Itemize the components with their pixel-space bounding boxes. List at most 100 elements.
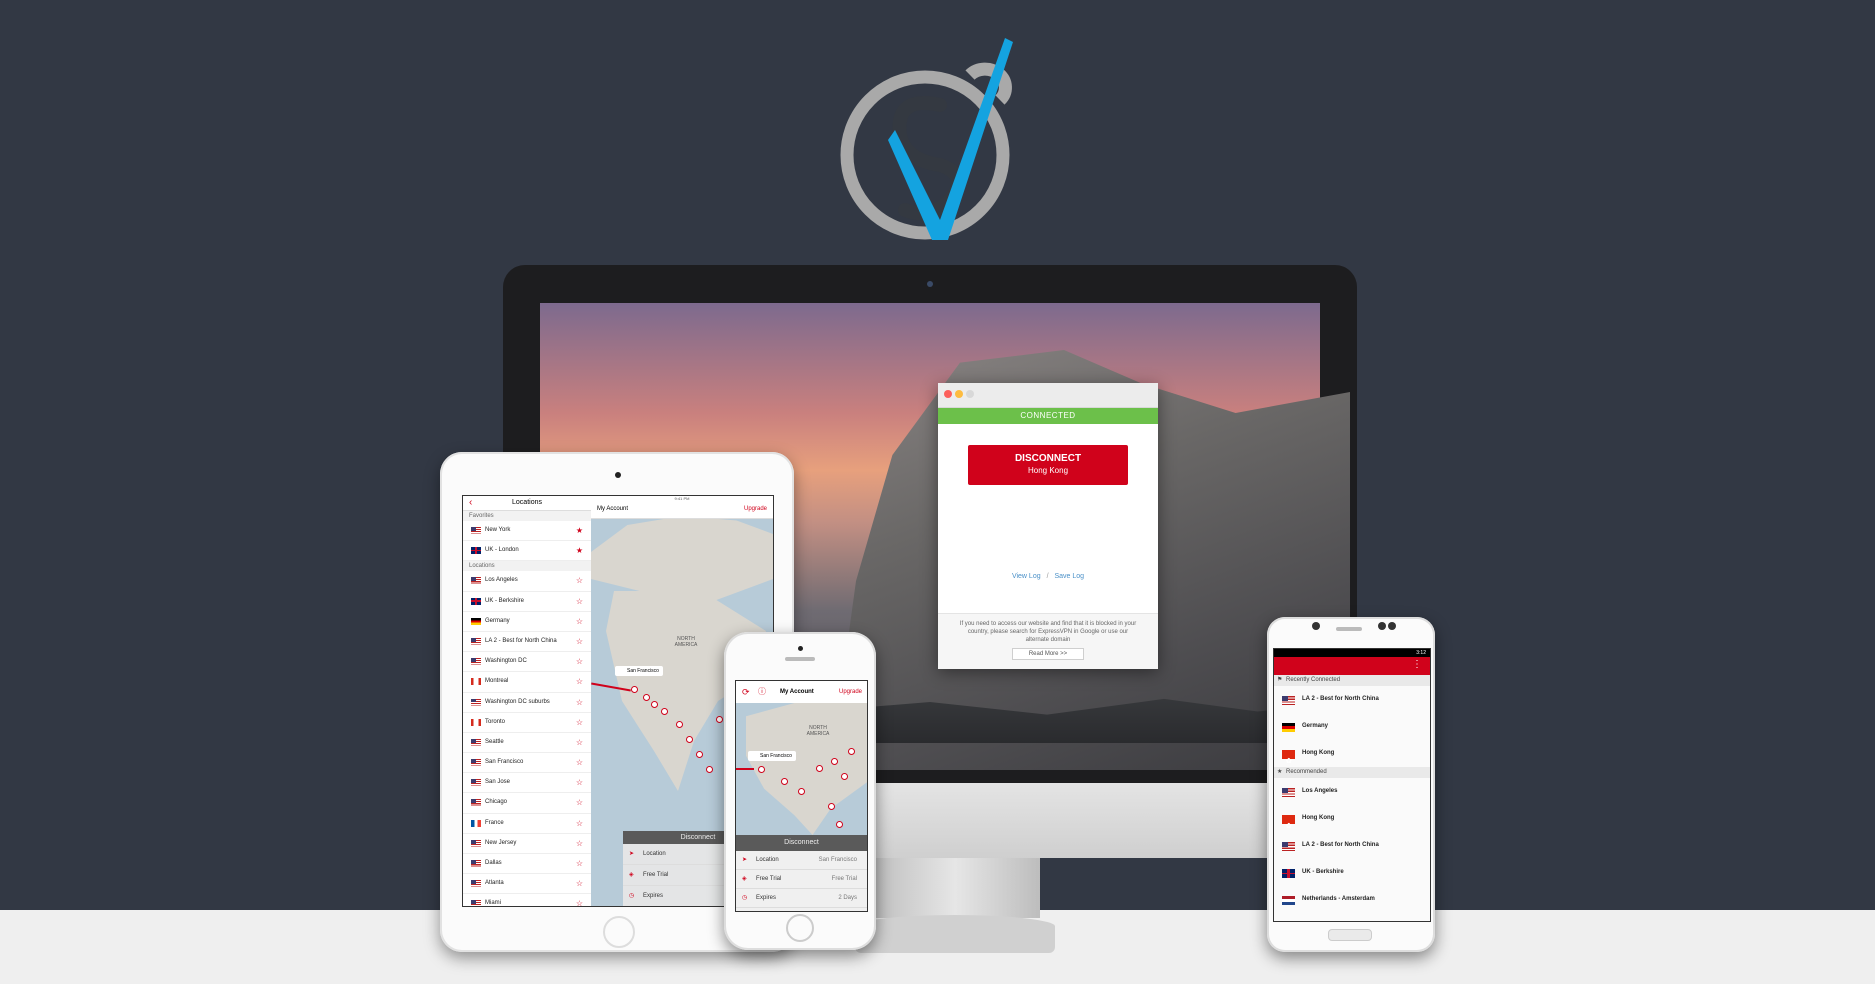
us-flag-icon: [471, 860, 481, 867]
map-pin[interactable]: [676, 721, 683, 728]
location-row[interactable]: Dallas ☆: [463, 854, 591, 875]
map-pin[interactable]: [848, 748, 855, 755]
server-row[interactable]: LA 2 - Best for North China: [1274, 686, 1430, 713]
map-pin[interactable]: [686, 736, 693, 743]
locations-header: ‹ Locations: [463, 496, 591, 511]
iphone-disconnect-button[interactable]: Disconnect: [736, 835, 867, 851]
info-icon[interactable]: ⓘ: [758, 681, 766, 703]
location-row[interactable]: Washington DC ☆: [463, 652, 591, 673]
star-outline-icon[interactable]: ☆: [576, 753, 583, 772]
star-outline-icon[interactable]: ☆: [576, 632, 583, 651]
zoom-button[interactable]: [966, 390, 974, 398]
map-pin[interactable]: [661, 708, 668, 715]
ipad-location-pin-label[interactable]: San Francisco: [615, 666, 663, 676]
map-pin[interactable]: [781, 778, 788, 785]
location-arrow-icon: ➤: [629, 851, 635, 857]
map-pin[interactable]: [643, 694, 650, 701]
view-log-link[interactable]: View Log: [1012, 573, 1041, 580]
de-flag-icon: [471, 617, 481, 625]
location-row[interactable]: San Francisco ☆: [463, 753, 591, 774]
android-home-button[interactable]: [1328, 929, 1372, 941]
map-pin[interactable]: [836, 821, 843, 828]
info-label: Free Trial: [643, 872, 669, 878]
iphone-account-title: My Account: [780, 689, 814, 695]
map-pin[interactable]: [798, 788, 805, 795]
server-row[interactable]: Los Angeles: [1274, 778, 1430, 805]
server-row[interactable]: Hong Kong: [1274, 740, 1430, 775]
star-outline-icon[interactable]: ☆: [576, 693, 583, 712]
location-name: UK - London: [485, 547, 519, 554]
map-pin[interactable]: [816, 765, 823, 772]
refresh-icon[interactable]: ⟳: [742, 681, 750, 703]
uk-flag-icon: [471, 547, 481, 555]
location-row[interactable]: UK - London ★: [463, 541, 591, 562]
star-outline-icon[interactable]: ☆: [576, 773, 583, 792]
map-pin[interactable]: [651, 701, 658, 708]
star-outline-icon[interactable]: ☆: [576, 793, 583, 812]
map-pin[interactable]: [706, 766, 713, 773]
overflow-menu-icon[interactable]: ⋮: [1412, 659, 1422, 670]
iphone-map[interactable]: NORTH AMERICA San Francisco: [736, 703, 867, 835]
flag-icon: ⚑: [1277, 677, 1283, 683]
star-outline-icon[interactable]: ☆: [576, 814, 583, 833]
star-outline-icon[interactable]: ☆: [576, 571, 583, 590]
android-app-bar: ⋮: [1274, 657, 1430, 675]
location-row[interactable]: San Jose ☆: [463, 773, 591, 794]
iphone-upgrade-link[interactable]: Upgrade: [839, 681, 862, 703]
fr-flag-icon: [471, 819, 481, 827]
map-pin[interactable]: [631, 686, 638, 693]
iphone-speaker: [785, 657, 815, 661]
server-row[interactable]: LA 2 - Best for North China: [1274, 832, 1430, 859]
save-log-link[interactable]: Save Log: [1054, 573, 1084, 580]
window-titlebar[interactable]: [938, 383, 1158, 408]
star-outline-icon[interactable]: ☆: [576, 672, 583, 691]
location-row[interactable]: Toronto ☆: [463, 713, 591, 733]
location-row[interactable]: Germany ☆: [463, 612, 591, 632]
location-row[interactable]: LA 2 - Best for North China ☆: [463, 632, 591, 653]
server-row[interactable]: UK - Berkshire: [1274, 859, 1430, 886]
server-row[interactable]: Hong Kong: [1274, 805, 1430, 840]
iphone-home-button[interactable]: [786, 914, 814, 942]
location-row[interactable]: New Jersey ☆: [463, 834, 591, 854]
de-flag-icon: [1282, 723, 1295, 732]
star-outline-icon[interactable]: ☆: [576, 834, 583, 853]
location-row[interactable]: Montreal ☆: [463, 672, 591, 693]
star-outline-icon[interactable]: ☆: [576, 733, 583, 752]
disconnect-button[interactable]: DISCONNECT Hong Kong: [968, 445, 1128, 485]
location-row[interactable]: New York ★: [463, 521, 591, 542]
star-outline-icon[interactable]: ☆: [576, 652, 583, 671]
map-pin[interactable]: [696, 751, 703, 758]
map-pin[interactable]: [758, 766, 765, 773]
read-more-button[interactable]: Read More >>: [1012, 648, 1084, 660]
location-row[interactable]: Los Angeles ☆: [463, 571, 591, 592]
server-row[interactable]: Netherlands - Amsterdam: [1274, 886, 1430, 913]
star-outline-icon[interactable]: ☆: [576, 854, 583, 873]
back-chevron-icon[interactable]: ‹: [469, 496, 472, 510]
star-outline-icon[interactable]: ☆: [576, 592, 583, 611]
star-outline-icon[interactable]: ☆: [576, 713, 583, 732]
map-pin[interactable]: [831, 758, 838, 765]
ipad-home-button[interactable]: [603, 916, 635, 948]
map-pin[interactable]: [828, 803, 835, 810]
map-pin[interactable]: [841, 773, 848, 780]
location-row[interactable]: Washington DC suburbs ☆: [463, 693, 591, 713]
iphone-location-pin-label[interactable]: San Francisco: [748, 751, 796, 761]
minimize-button[interactable]: [955, 390, 963, 398]
ipad-upgrade-link[interactable]: Upgrade: [744, 506, 767, 512]
android-status-bar: 3:12: [1274, 649, 1430, 657]
star-filled-icon[interactable]: ★: [576, 541, 583, 560]
imac-stand: [870, 858, 1040, 918]
location-row[interactable]: UK - Berkshire ☆: [463, 592, 591, 612]
map-pin[interactable]: [716, 716, 723, 723]
location-row[interactable]: Miami ☆: [463, 894, 591, 906]
location-row[interactable]: Atlanta ☆: [463, 874, 591, 895]
location-row[interactable]: France ☆: [463, 814, 591, 834]
star-filled-icon[interactable]: ★: [576, 521, 583, 540]
star-outline-icon[interactable]: ☆: [576, 874, 583, 893]
location-row[interactable]: Chicago ☆: [463, 793, 591, 814]
star-outline-icon[interactable]: ☆: [576, 894, 583, 906]
server-row[interactable]: Germany: [1274, 713, 1430, 740]
location-row[interactable]: Seattle ☆: [463, 733, 591, 754]
close-button[interactable]: [944, 390, 952, 398]
star-outline-icon[interactable]: ☆: [576, 612, 583, 631]
